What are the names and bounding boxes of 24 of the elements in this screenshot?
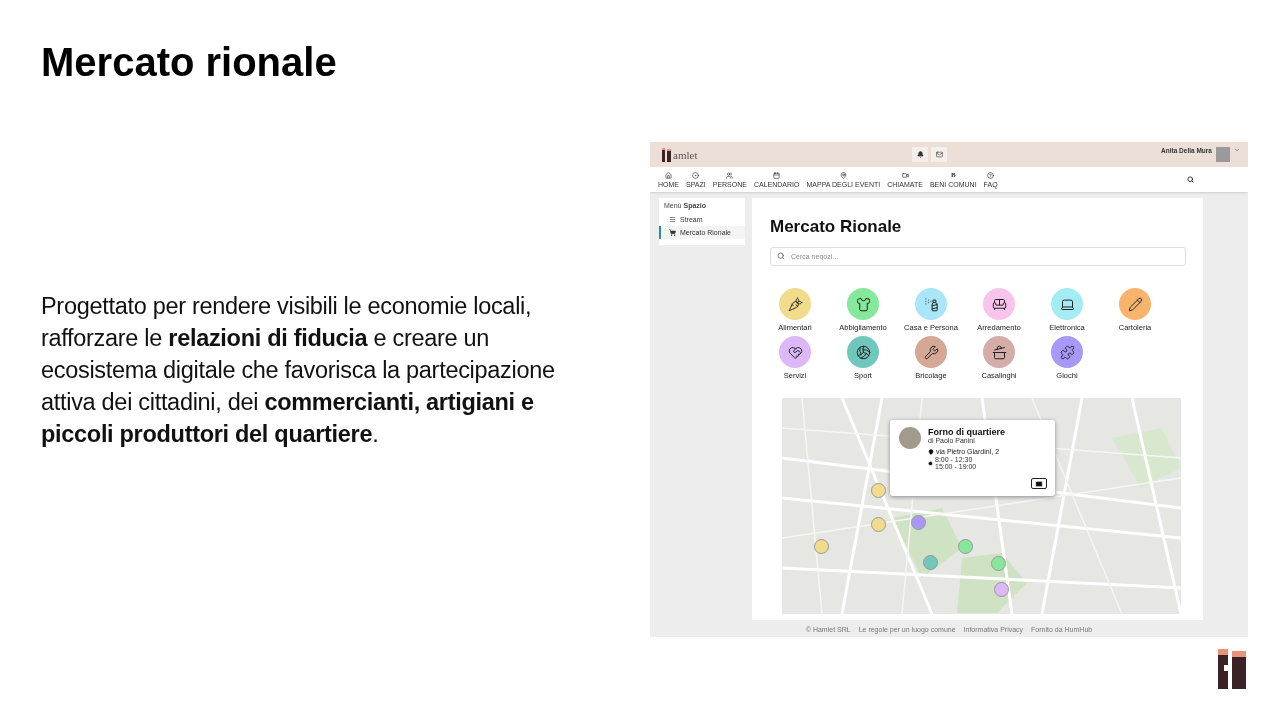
logo-icon bbox=[662, 147, 672, 162]
brand-name: amlet bbox=[673, 148, 698, 161]
bell-icon[interactable] bbox=[916, 151, 924, 158]
message-button[interactable] bbox=[1031, 478, 1047, 489]
slide-title: Mercato rionale bbox=[41, 40, 338, 85]
search-icon bbox=[777, 252, 785, 260]
search-icon[interactable] bbox=[1187, 176, 1194, 183]
avatar-placeholder bbox=[899, 427, 921, 449]
pin-icon bbox=[928, 448, 934, 455]
nav-icon bbox=[901, 171, 909, 179]
logo-icon bbox=[1218, 649, 1246, 689]
slide-paragraph: Progettato per rendere visibili le economie locali, rafforzare le relazioni di fiducia e creare un ecosistema digitale che favorisca la partecipazione attiva dei cittadini, dei commercianti, artigiani e piccoli produttori del quartiere. bbox=[41, 292, 556, 449]
nav-icon bbox=[726, 171, 734, 179]
nav-icon bbox=[987, 171, 995, 179]
nav-icon bbox=[839, 171, 847, 179]
nav-icon bbox=[773, 171, 781, 179]
cart-icon bbox=[669, 229, 676, 236]
nav-icon bbox=[692, 171, 700, 179]
page-title: Mercato Rionale bbox=[770, 217, 903, 237]
shop-name: Forno di quartiere bbox=[928, 427, 1006, 437]
notifications-button[interactable] bbox=[912, 147, 928, 162]
caret-icon[interactable] bbox=[1234, 147, 1240, 153]
menu-icon bbox=[669, 216, 676, 223]
nav-icon bbox=[665, 171, 672, 179]
